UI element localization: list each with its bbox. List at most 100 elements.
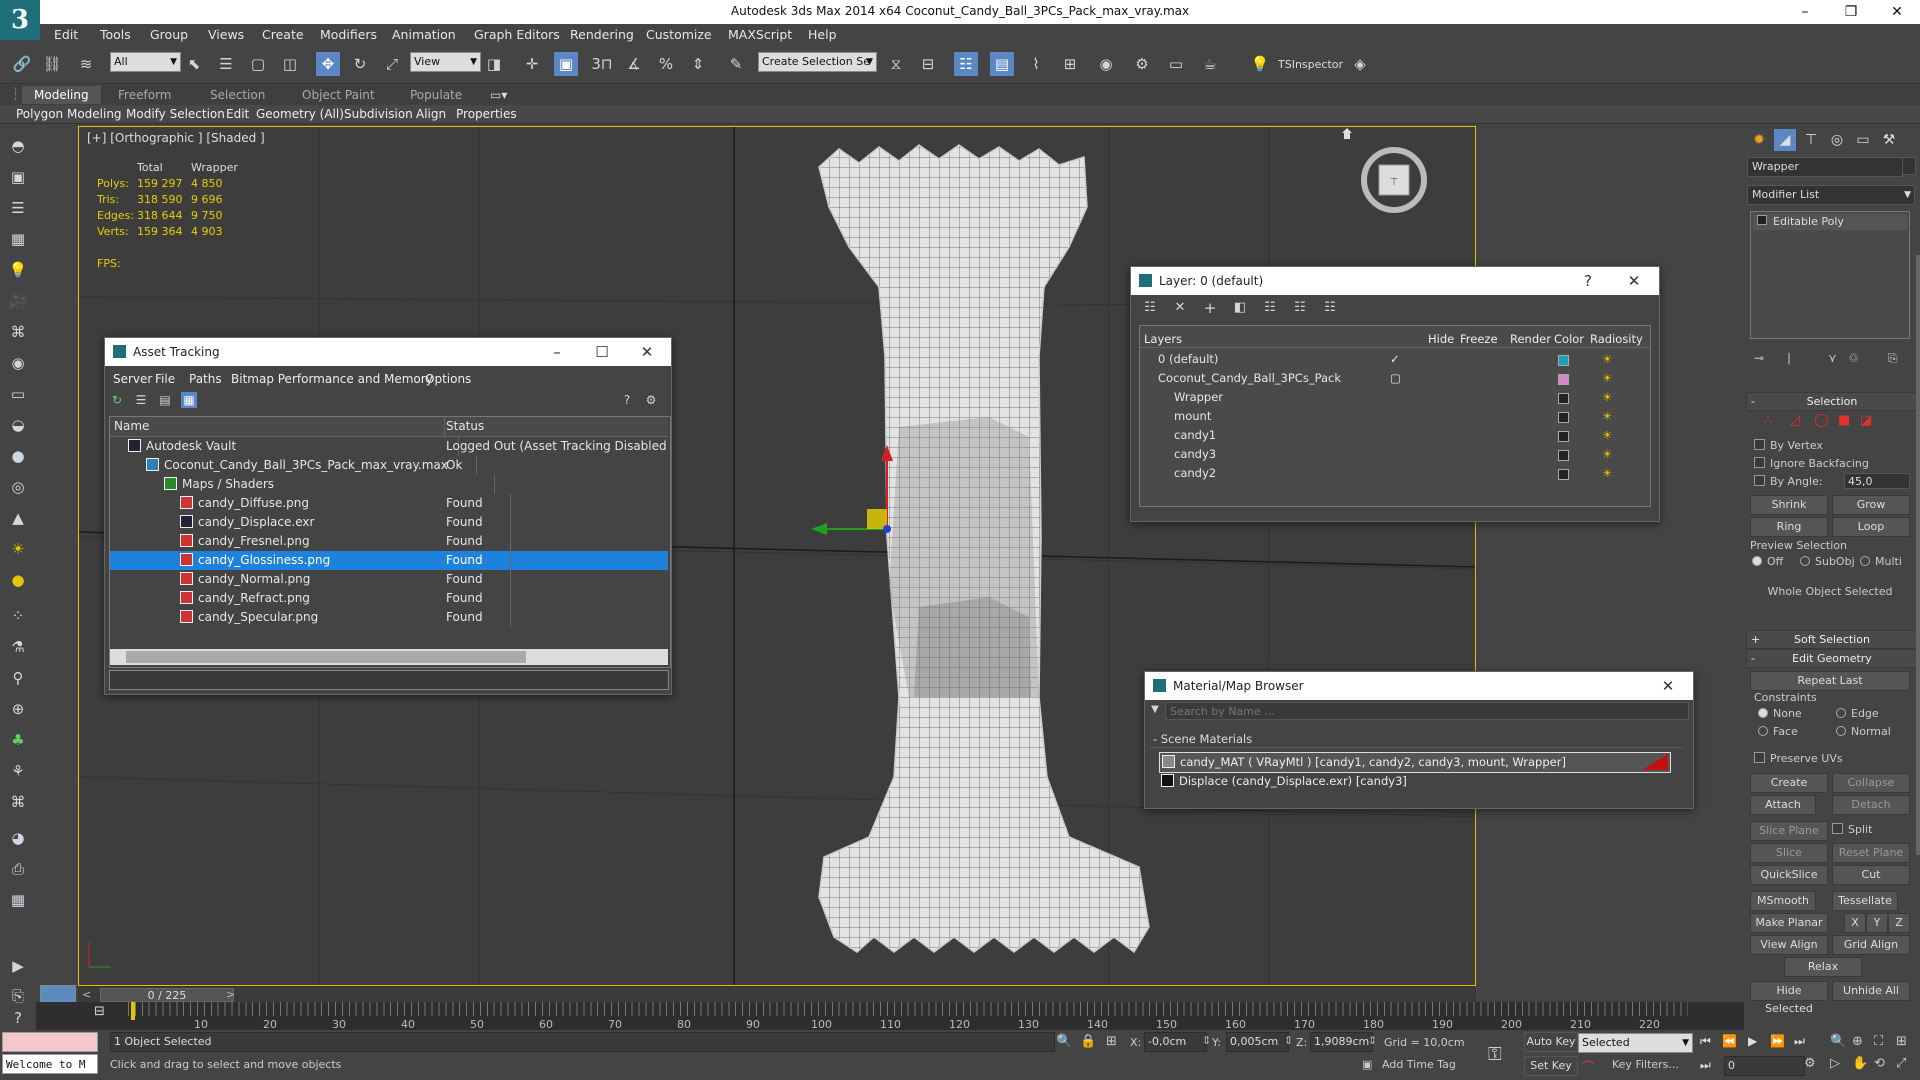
plane-icon[interactable]: ▦ bbox=[7, 228, 29, 250]
app-logo-icon[interactable]: 3 bbox=[0, 0, 40, 40]
col-status[interactable]: Status bbox=[446, 417, 666, 436]
z-coordinate-field[interactable]: 1,9089cm bbox=[1310, 1032, 1373, 1052]
keyboard-shortcut-override-icon[interactable]: ▣ bbox=[554, 52, 578, 76]
key-filters-button[interactable]: Key Filters... bbox=[1612, 1058, 1679, 1071]
selection-lock-icon[interactable]: 🔒 bbox=[1080, 1034, 1096, 1049]
dynamics-icon[interactable]: ⚗ bbox=[7, 636, 29, 658]
radiosity-icon[interactable]: ☀ bbox=[1602, 464, 1612, 483]
col-radiosity[interactable]: Radiosity bbox=[1590, 332, 1643, 346]
home-icon[interactable] bbox=[1341, 127, 1353, 141]
plugin-diamond-icon[interactable]: ◈ bbox=[1348, 52, 1372, 76]
graphite-tools-icon[interactable]: ▤ bbox=[990, 52, 1014, 76]
add-time-tag-button[interactable]: Add Time Tag bbox=[1382, 1058, 1456, 1071]
table-row[interactable]: Maps / Shaders bbox=[110, 475, 668, 494]
menu-graph-editors[interactable]: Graph Editors bbox=[474, 27, 560, 42]
radiosity-icon[interactable]: ☀ bbox=[1602, 426, 1612, 445]
table-row-selected[interactable]: candy_Glossiness.png Found bbox=[110, 551, 668, 570]
constraint-none-radio[interactable]: None bbox=[1758, 707, 1802, 720]
border-level-icon[interactable]: ◯ bbox=[1814, 413, 1829, 428]
edit-named-selection-icon[interactable]: ✎ bbox=[724, 52, 748, 76]
menu-tools[interactable]: Tools bbox=[100, 27, 131, 42]
edit-geometry-rollout-header[interactable]: - Edit Geometry bbox=[1746, 649, 1918, 668]
tsinspector-icon[interactable]: 💡 bbox=[1248, 52, 1272, 76]
camera-icon[interactable]: 🎥 bbox=[7, 290, 29, 312]
add-to-layer-icon[interactable]: + bbox=[1201, 299, 1219, 317]
layer-row[interactable]: Coconut_Candy_Ball_3PCs_Pack ▢ ☀ bbox=[1140, 369, 1646, 388]
panel-edit[interactable]: Edit bbox=[226, 107, 249, 121]
set-key-icon[interactable]: ⚿ bbox=[1488, 1044, 1502, 1065]
layer-row[interactable]: candy1 ☀ bbox=[1140, 426, 1646, 445]
reset-plane-button[interactable]: Reset Plane bbox=[1832, 843, 1910, 863]
radiosity-icon[interactable]: ☀ bbox=[1602, 369, 1612, 388]
time-slider[interactable]: < 0 / 225 > bbox=[78, 986, 1476, 1002]
preview-off-radio[interactable]: Off bbox=[1752, 555, 1783, 568]
angle-spinner[interactable]: 45,0 bbox=[1844, 473, 1910, 489]
layer-color-swatch[interactable] bbox=[1558, 412, 1569, 423]
configure-modifier-sets-icon[interactable]: ⎘ bbox=[1888, 351, 1898, 366]
ring-button[interactable]: Ring bbox=[1750, 517, 1828, 537]
col-color[interactable]: Color bbox=[1554, 332, 1584, 346]
y-coordinate-field[interactable]: 0,005cm bbox=[1226, 1032, 1289, 1052]
layer-color-swatch[interactable] bbox=[1558, 393, 1569, 404]
grow-button[interactable]: Grow bbox=[1832, 495, 1910, 515]
table-row[interactable]: candy_Diffuse.png Found bbox=[110, 494, 668, 513]
asset-menu-server[interactable]: Server bbox=[113, 372, 152, 386]
make-planar-button[interactable]: Make Planar bbox=[1750, 913, 1828, 933]
material-browser-titlebar[interactable]: Material/Map Browser ✕ bbox=[1145, 672, 1693, 700]
asset-tracking-window[interactable]: Asset Tracking – ☐ ✕ Server File Paths B… bbox=[104, 337, 672, 695]
asset-minimize-button[interactable]: – bbox=[542, 340, 572, 364]
previous-frame-icon[interactable]: ⏪ bbox=[1722, 1034, 1737, 1048]
torus-icon[interactable]: ◎ bbox=[7, 476, 29, 498]
ball-icon[interactable]: ● bbox=[7, 569, 29, 591]
stack-expand-icon[interactable] bbox=[1757, 215, 1767, 225]
hierarchy-tab-icon[interactable]: ⊤ bbox=[1800, 129, 1822, 151]
layer-color-swatch[interactable] bbox=[1558, 450, 1569, 461]
percent-snap-icon[interactable]: % bbox=[654, 52, 678, 76]
panel-geometry-all[interactable]: Geometry (All) bbox=[256, 107, 344, 121]
x-spinner-icon[interactable]: ⇕ bbox=[1202, 1034, 1211, 1047]
hide-selected-button[interactable]: Hide Selected bbox=[1750, 981, 1828, 1015]
bind-space-warp-icon[interactable]: ≋ bbox=[74, 52, 98, 76]
render-icon[interactable]: ◉ bbox=[7, 352, 29, 374]
expand-arrow-icon[interactable]: ▶ bbox=[7, 955, 29, 977]
polygon-level-icon[interactable]: ■ bbox=[1838, 413, 1850, 428]
tab-populate[interactable]: Populate bbox=[410, 88, 462, 102]
material-editor-icon[interactable]: ◉ bbox=[1094, 52, 1118, 76]
layer-row[interactable]: candy2 ☀ bbox=[1140, 464, 1646, 483]
absolute-mode-icon[interactable]: ⊞ bbox=[1106, 1034, 1117, 1049]
window-crossing-icon[interactable]: ◫ bbox=[278, 52, 302, 76]
move-gizmo-icon[interactable] bbox=[799, 437, 939, 567]
col-hide[interactable]: Hide bbox=[1428, 332, 1454, 346]
sphere-icon[interactable]: ● bbox=[7, 445, 29, 467]
table-row[interactable]: candy_Refract.png Found bbox=[110, 589, 668, 608]
set-key-button[interactable]: Set Key bbox=[1524, 1056, 1578, 1076]
panel-align[interactable]: Align bbox=[416, 107, 446, 121]
highlight-selected-icon[interactable]: ☷ bbox=[1261, 299, 1279, 317]
planar-z-button[interactable]: Z bbox=[1888, 913, 1910, 933]
freeze-all-icon[interactable]: ☷ bbox=[1321, 299, 1339, 317]
zoom-all-icon[interactable]: ⊕ bbox=[1852, 1034, 1863, 1049]
minimize-button[interactable]: – bbox=[1782, 0, 1828, 24]
radiosity-icon[interactable]: ☀ bbox=[1602, 350, 1612, 369]
unlink-icon[interactable]: ⛓ bbox=[40, 52, 64, 76]
preview-multi-radio[interactable]: Multi bbox=[1860, 555, 1902, 568]
asset-tracking-titlebar[interactable]: Asset Tracking – ☐ ✕ bbox=[105, 338, 671, 366]
render-setup-icon[interactable]: ⚙ bbox=[1130, 52, 1154, 76]
panel-subdivision[interactable]: Subdivision bbox=[344, 107, 413, 121]
make-unique-icon[interactable]: ⋎ bbox=[1828, 351, 1837, 365]
ribbon-options-icon[interactable]: ▭▾ bbox=[490, 88, 507, 102]
script-icon[interactable]: ⎙ bbox=[7, 858, 29, 880]
display-tab-icon[interactable]: ▭ bbox=[1852, 129, 1874, 151]
cloth-icon[interactable]: ⌘ bbox=[7, 791, 29, 813]
radiosity-icon[interactable]: ☀ bbox=[1602, 445, 1612, 464]
select-manipulate-icon[interactable]: ✛ bbox=[520, 52, 544, 76]
asset-menu-file[interactable]: File bbox=[155, 372, 175, 386]
constraint-face-radio[interactable]: Face bbox=[1758, 725, 1798, 738]
helper-icon[interactable]: ⌘ bbox=[7, 321, 29, 343]
select-in-layer-icon[interactable]: ◧ bbox=[1231, 299, 1249, 317]
preserve-uvs-checkbox[interactable]: Preserve UVs bbox=[1754, 752, 1843, 765]
menu-modifiers[interactable]: Modifiers bbox=[320, 27, 377, 42]
attach-button[interactable]: Attach bbox=[1750, 795, 1816, 815]
soft-selection-rollout-header[interactable]: + Soft Selection bbox=[1746, 630, 1918, 649]
tsinspector-label[interactable]: TSInspector bbox=[1278, 58, 1343, 71]
